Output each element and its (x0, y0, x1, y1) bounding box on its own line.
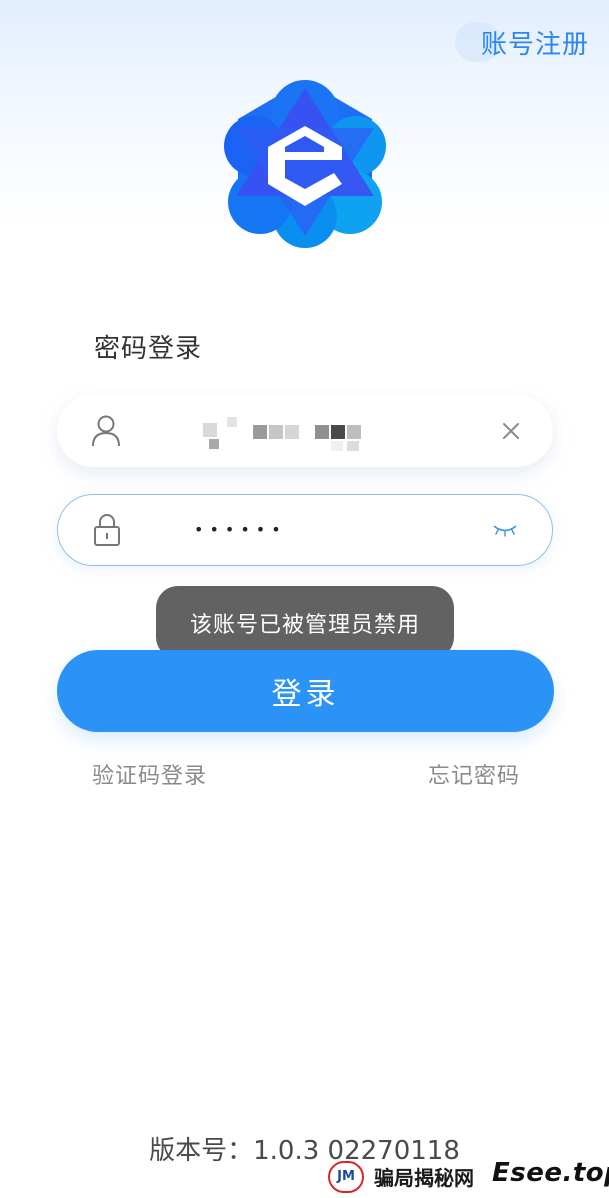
password-field[interactable]: •••••• (57, 494, 553, 566)
eye-closed-icon[interactable] (492, 523, 518, 537)
app-logo-icon (224, 80, 386, 248)
watermark-site-name: 骗局揭秘网 (374, 1166, 474, 1190)
password-login-title: 密码登录 (94, 334, 203, 364)
register-account-link[interactable]: 账号注册 (481, 24, 589, 61)
clear-input-icon[interactable] (501, 421, 521, 441)
lock-icon (94, 514, 120, 546)
user-icon (92, 415, 120, 447)
username-masked-value[interactable] (203, 413, 383, 453)
watermark-logo: JM (328, 1161, 364, 1193)
login-button[interactable]: 登录 (57, 650, 554, 732)
username-field[interactable] (57, 395, 553, 467)
forgot-password-link[interactable]: 忘记密码 (428, 758, 520, 790)
watermark-domain: Esee.top (492, 1158, 609, 1188)
password-value[interactable]: •••••• (194, 520, 287, 539)
watermark: JM 骗局揭秘网 Esee.top (326, 1158, 609, 1196)
sms-code-login-link[interactable]: 验证码登录 (92, 758, 207, 790)
error-toast: 该账号已被管理员禁用 (156, 586, 454, 659)
